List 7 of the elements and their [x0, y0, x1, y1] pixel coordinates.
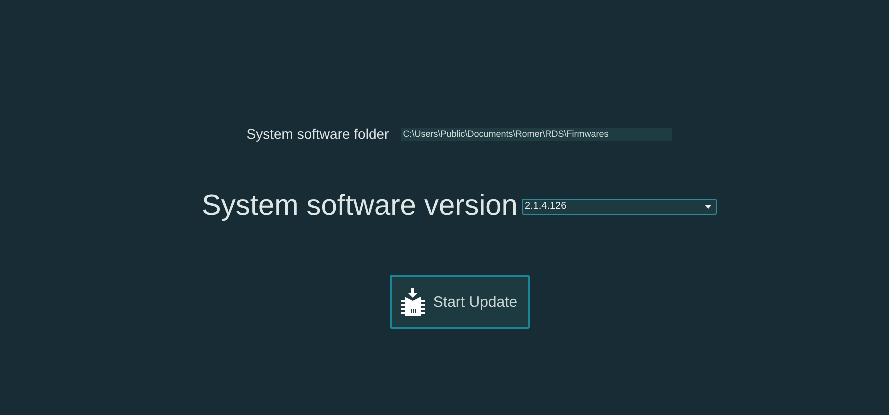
version-dropdown[interactable]: 2.1.4.126 [522, 198, 717, 214]
version-label: System software version [202, 190, 518, 223]
start-update-button[interactable]: Start Update [390, 275, 530, 329]
folder-label: System software folder [246, 126, 390, 142]
chip-download-icon [401, 288, 426, 316]
folder-path-field[interactable]: C:\Users\Public\Documents\Romer\RDS\Firmwares [401, 128, 672, 140]
caret-icon [704, 204, 712, 208]
